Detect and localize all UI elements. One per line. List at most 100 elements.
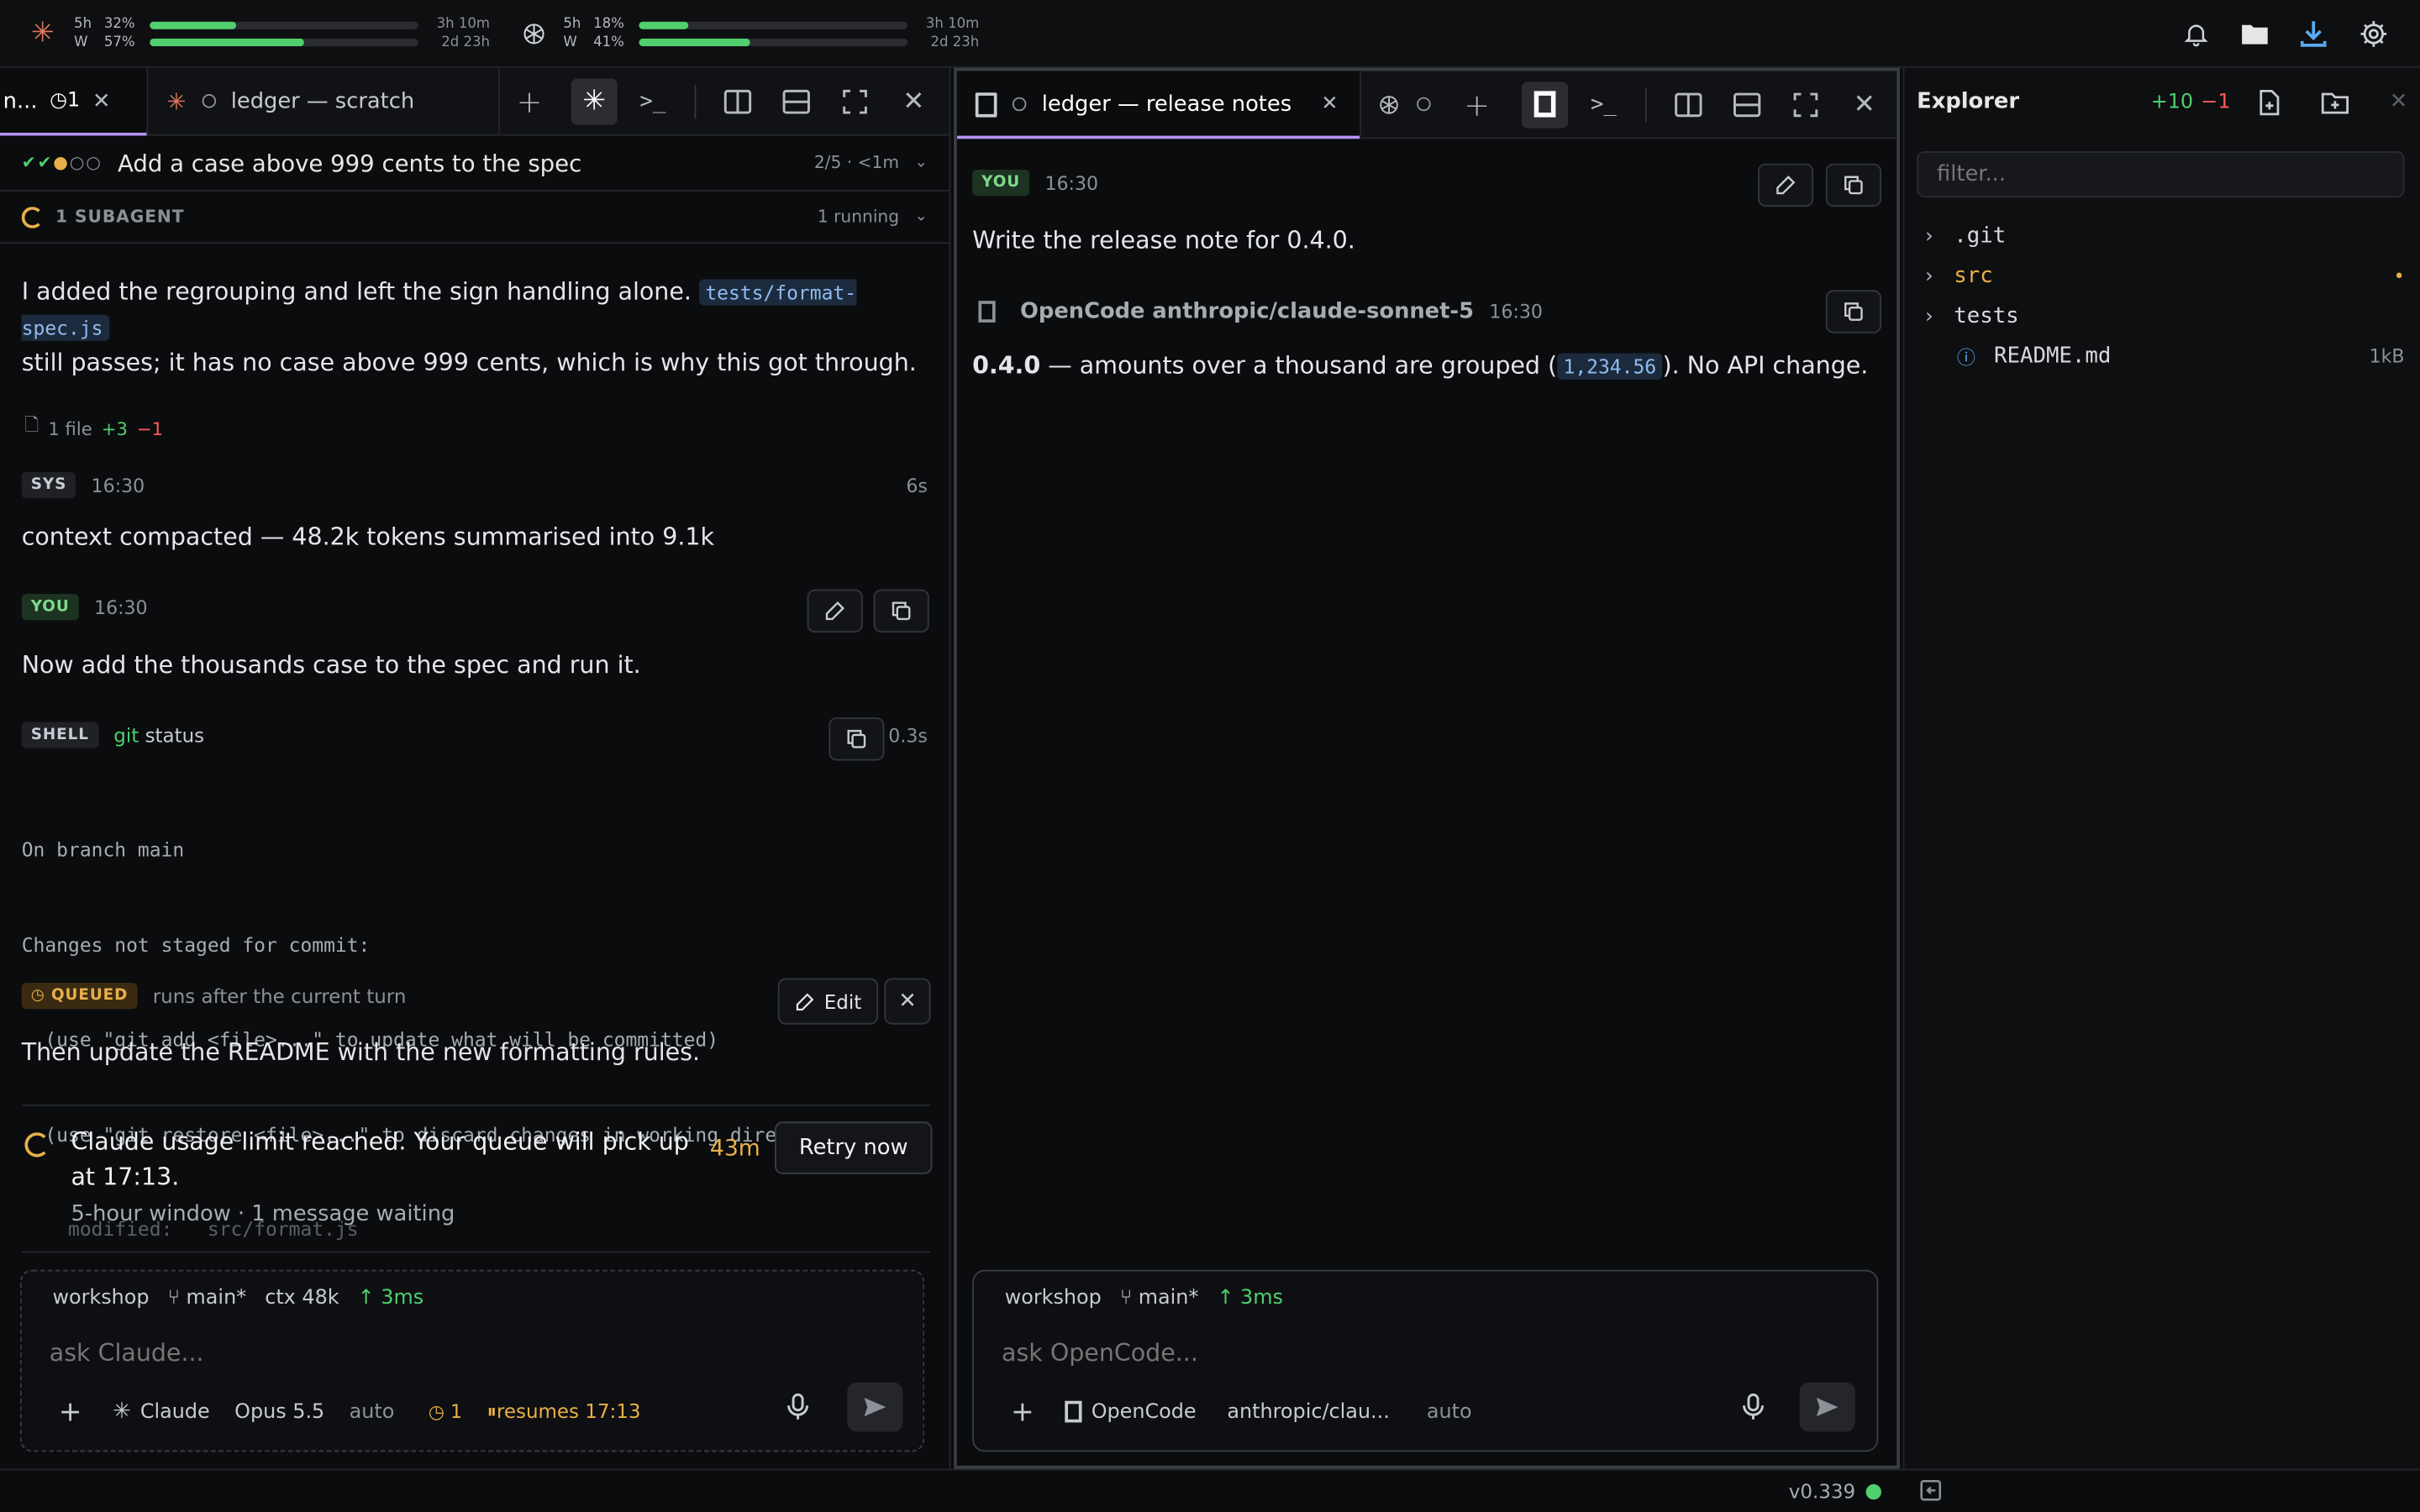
opencode-prompt-input[interactable] [1002, 1332, 1835, 1373]
chevron-down-icon[interactable]: ⌄ [914, 155, 927, 171]
version-label: v0.339 [1788, 1479, 1856, 1503]
chevron-right-icon: › [1923, 304, 1935, 328]
add-tab-button[interactable]: + [506, 78, 552, 124]
edit-message-button[interactable] [807, 589, 863, 633]
claude-prompt-input[interactable] [49, 1332, 883, 1373]
opencode-agent-button[interactable] [1521, 81, 1569, 128]
file-size: 1kB [2369, 345, 2405, 368]
terminal-button[interactable]: >_ [629, 78, 676, 124]
status-bar: v0.339 [0, 1468, 2420, 1512]
info-icon: ⓘ [1956, 346, 1976, 369]
opencode-icon [978, 301, 996, 323]
task-header[interactable]: ✔✔●○○ Add a case above 999 cents to the … [0, 136, 950, 192]
agent-name: OpenCode anthropic/claude-sonnet-5 [1020, 299, 1474, 324]
tab-ledger-scratch[interactable]: ✳ ledger — scratch [148, 66, 501, 135]
mode-selector[interactable]: auto [1427, 1400, 1472, 1424]
remove-queued-button[interactable]: ✕ [884, 978, 931, 1025]
composer-toolbar: + ✳ Claude Opus 5.5 auto ◷ 1 ⏸resumes 17:… [59, 1394, 641, 1428]
subagent-bar[interactable]: 1 SUBAGENT 1 running ⌄ [0, 192, 950, 244]
shell-duration: 0.3s [888, 724, 928, 747]
tree-folder[interactable]: › tests [1917, 297, 2404, 337]
resumes-label: ⏸resumes 17:13 [487, 1399, 641, 1423]
chevron-right-icon: › [1923, 224, 1935, 248]
close-icon[interactable]: ✕ [1321, 92, 1338, 116]
send-icon [1816, 1398, 1839, 1417]
bell-icon[interactable] [2179, 17, 2212, 50]
close-panel-button[interactable]: ✕ [891, 78, 937, 124]
user-message-text: Write the release note for 0.4.0. [972, 226, 1355, 255]
copy-message-button[interactable] [873, 589, 929, 633]
folder-icon[interactable] [2238, 17, 2271, 50]
usage-period-week: W [563, 35, 577, 51]
claude-icon: ✳ [30, 17, 55, 50]
branch-label: ⑂ main* [1119, 1286, 1199, 1310]
tree-folder[interactable]: › src • [1917, 256, 2405, 297]
split-horizontal-button[interactable] [773, 78, 819, 124]
add-attachment-button[interactable]: + [59, 1395, 82, 1428]
edit-label: Edit [823, 990, 862, 1013]
usage-limit-notice: Claude usage limit reached. Your queue w… [21, 1105, 933, 1253]
usage-pct-5h: 32% [103, 17, 135, 33]
usage-bar-week [639, 38, 908, 47]
file-icon: 🗋 [24, 413, 39, 435]
composer-meta: workshop ⑂ main* ctx 48k ↑ 3ms [52, 1287, 424, 1310]
left-chat-panel: n... ◷1 ✕ ✳ ledger — scratch + ✳ >_ ✕ ✔✔… [0, 66, 951, 1469]
right-chat-panel: ledger — release notes ✕ + >_ ✕ YOU 16:3… [954, 67, 1900, 1469]
queued-chip: ◷ QUEUED [21, 982, 138, 1010]
close-panel-button[interactable]: ✕ [1841, 81, 1887, 127]
tab-session[interactable]: n... ◷1 ✕ [0, 66, 149, 135]
tab-openai[interactable] [1361, 71, 1454, 139]
close-icon[interactable]: ✕ [92, 89, 111, 113]
file-change-summary[interactable]: 🗋 1 file +3 −1 [24, 413, 163, 443]
tree-file[interactable]: ⓘ README.md 1kB [1917, 336, 2405, 376]
claude-agent-button[interactable]: ✳ [571, 77, 618, 124]
maximize-button[interactable] [1782, 81, 1828, 127]
split-vertical-button[interactable] [714, 78, 760, 124]
model-selector[interactable]: anthropic/clau... [1227, 1400, 1389, 1424]
retry-now-button[interactable]: Retry now [775, 1121, 933, 1174]
edit-queued-button[interactable]: Edit [777, 978, 879, 1025]
add-tab-button[interactable]: + [1454, 81, 1500, 127]
copy-message-button[interactable] [1825, 163, 1881, 207]
app-root: ✳ 5h W 32% 57% 3h 10m 2d 23h 5h W 18% 41% 3h … [0, 0, 2420, 1512]
explorer-filter-input[interactable] [1917, 150, 2405, 198]
claude-icon: ✳ [582, 85, 606, 118]
tree-item-name: tests [1954, 303, 2019, 329]
new-file-icon[interactable] [2259, 89, 2282, 115]
split-horizontal-button[interactable] [1724, 81, 1770, 127]
send-button[interactable] [847, 1382, 903, 1432]
mode-selector[interactable]: auto [350, 1400, 395, 1424]
send-button[interactable] [1799, 1382, 1855, 1432]
mic-icon[interactable] [1743, 1393, 1765, 1421]
limit-eta: 43m [709, 1137, 760, 1163]
limit-subtitle: 5-hour window · 1 message waiting [71, 1201, 455, 1227]
model-selector[interactable]: Opus 5.5 [234, 1400, 324, 1424]
middle-tab-bar: ledger — release notes ✕ + >_ ✕ [956, 70, 1897, 139]
pause-icon: ⏸ [487, 1399, 497, 1423]
agent-selector[interactable]: OpenCode [1065, 1400, 1197, 1423]
agent-label: Claude [139, 1399, 210, 1424]
you-time: 16:30 [1044, 171, 1099, 194]
maximize-button[interactable] [832, 78, 878, 124]
new-folder-icon[interactable] [2322, 90, 2349, 113]
edit-icon [825, 601, 845, 621]
chevron-down-icon[interactable]: ⌄ [914, 208, 927, 225]
edit-icon [1776, 176, 1796, 195]
gear-icon[interactable] [2357, 17, 2391, 50]
tree-folder[interactable]: › .git [1917, 216, 2404, 256]
terminal-button[interactable]: >_ [1581, 81, 1627, 127]
toggle-panel-icon[interactable] [1920, 1479, 1942, 1501]
opencode-icon [1065, 1400, 1082, 1423]
collapse-icon[interactable]: ✕ [2390, 90, 2408, 114]
copy-reply-button[interactable] [1825, 290, 1881, 333]
edit-message-button[interactable] [1758, 163, 1814, 207]
copy-icon [847, 729, 866, 748]
tab-ledger-release-notes[interactable]: ledger — release notes ✕ [956, 70, 1361, 139]
copy-shell-output-button[interactable] [829, 717, 885, 761]
mic-icon[interactable] [787, 1393, 809, 1421]
download-icon[interactable] [2296, 17, 2330, 50]
openai-icon [520, 20, 551, 48]
agent-selector[interactable]: ✳ Claude [113, 1399, 210, 1424]
add-attachment-button[interactable]: + [1011, 1395, 1034, 1428]
split-vertical-button[interactable] [1665, 81, 1712, 127]
